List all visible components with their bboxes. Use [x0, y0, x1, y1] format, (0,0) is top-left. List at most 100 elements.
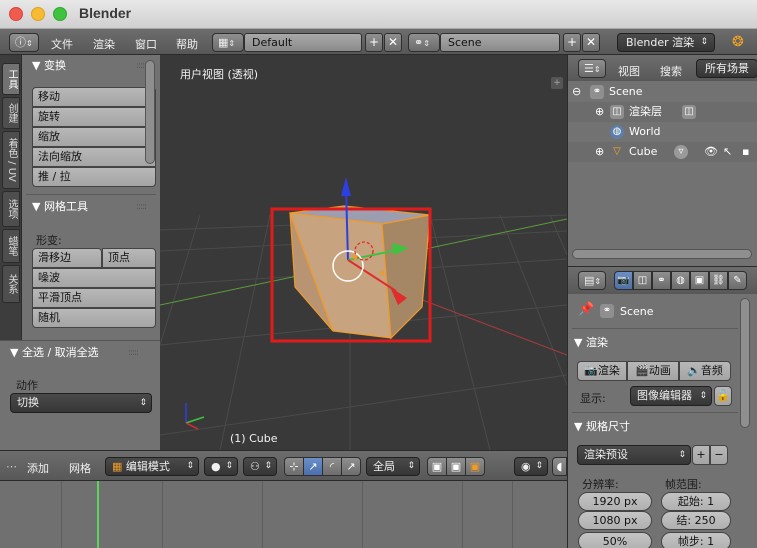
menu-file[interactable]: 文件: [51, 36, 73, 52]
push-pull-button[interactable]: 推 / 拉: [32, 167, 156, 187]
smooth-vertex-button[interactable]: 平滑顶点: [32, 288, 156, 308]
rotate-button[interactable]: 旋转: [32, 107, 156, 127]
object-context-tab[interactable]: ▣: [690, 271, 709, 290]
resolution-y-field[interactable]: 1080 px: [578, 511, 652, 530]
tab-grease-pencil[interactable]: 蜡笔: [2, 229, 20, 263]
z-arrow-icon[interactable]: [341, 177, 351, 196]
edge-select-mode-button[interactable]: ▣: [446, 457, 466, 476]
render-panel-header[interactable]: ▼ 渲染: [574, 334, 608, 350]
add-scene-button[interactable]: +: [563, 33, 581, 52]
viewport-expand-icon[interactable]: +: [551, 77, 563, 89]
tool-shelf-scrollbar[interactable]: [145, 60, 155, 164]
randomize-button[interactable]: 随机: [32, 308, 156, 328]
action-select[interactable]: 切换 ⇕: [10, 393, 152, 413]
rotate-manipulator-button[interactable]: ◜: [322, 457, 342, 476]
render-still-button[interactable]: 📷渲染: [577, 361, 627, 381]
manipulator-toggle-button[interactable]: ⊹: [284, 457, 304, 476]
render-context-tab[interactable]: 📷: [614, 271, 633, 290]
transform-orientation-select[interactable]: 全局 ⇕: [366, 457, 420, 476]
pivot-point-select[interactable]: ⚇ ⇕: [243, 457, 277, 476]
outliner-menu-view[interactable]: 视图: [618, 63, 640, 79]
render-engine-select[interactable]: Blender 渲染 ⇕: [617, 33, 715, 52]
collapse-icon[interactable]: ⊖: [572, 82, 581, 102]
outliner-editor-type-button[interactable]: ☰⇕: [578, 59, 606, 78]
interaction-mode-select[interactable]: ▦ 编辑模式 ⇕: [105, 457, 199, 476]
editor-type-button[interactable]: ⓘ⇕: [9, 33, 39, 52]
resolution-x-field[interactable]: 1920 px: [578, 492, 652, 511]
expand-icon[interactable]: ⊕: [595, 142, 604, 162]
menu-mesh[interactable]: 网格: [69, 460, 91, 476]
outliner-row-scene[interactable]: ⊖ ⚭ Scene: [568, 82, 757, 102]
expand-icon[interactable]: ⊕: [595, 102, 604, 122]
scale-manipulator-button[interactable]: ↗: [341, 457, 361, 476]
shading-mode-select[interactable]: ● ⇕: [204, 457, 238, 476]
render-audio-button[interactable]: 🔈音频: [679, 361, 731, 381]
proportional-edit-select[interactable]: ◉ ⇕: [514, 457, 548, 476]
timeline-editor[interactable]: [0, 480, 567, 548]
move-button[interactable]: 移动: [32, 87, 156, 107]
render-animation-button[interactable]: 🎬动画: [627, 361, 679, 381]
render-layers-context-tab[interactable]: ◫: [633, 271, 652, 290]
outliner-display-mode-select[interactable]: 所有场景: [696, 59, 757, 78]
properties-scrollbar[interactable]: [740, 298, 750, 428]
viewport-scene[interactable]: [160, 55, 567, 450]
add-preset-button[interactable]: +: [692, 445, 710, 465]
tab-shading-uv[interactable]: 着色 / UV: [2, 131, 20, 189]
face-select-mode-button[interactable]: ▣: [465, 457, 485, 476]
display-mode-select[interactable]: 图像编辑器 ⇕: [630, 386, 712, 406]
delete-screen-button[interactable]: ✕: [384, 33, 402, 52]
drag-grip-icon[interactable]: :::::: [128, 342, 139, 364]
lock-interface-button[interactable]: 🔓: [714, 386, 732, 406]
tab-options[interactable]: 选项: [2, 191, 20, 227]
scale-button[interactable]: 缩放: [32, 127, 156, 147]
noise-button[interactable]: 噪波: [32, 268, 156, 288]
tab-relations[interactable]: 关系: [2, 265, 20, 303]
pin-icon[interactable]: 📌: [578, 302, 594, 317]
add-screen-button[interactable]: +: [365, 33, 383, 52]
render-camera-icon[interactable]: ▪: [742, 142, 749, 162]
constraints-context-tab[interactable]: ⛓: [709, 271, 728, 290]
eye-icon[interactable]: 👁: [704, 142, 718, 162]
tab-create[interactable]: 创建: [2, 97, 20, 129]
menu-help[interactable]: 帮助: [176, 36, 198, 52]
dimensions-panel-header[interactable]: ▼ 规格尺寸: [574, 418, 630, 434]
vertex-select-mode-button[interactable]: ▣: [427, 457, 447, 476]
render-preset-select[interactable]: 渲染预设 ⇕: [577, 445, 691, 465]
transform-panel-header[interactable]: ▼ 变换 :::::: [22, 55, 160, 77]
frame-start-field[interactable]: 起始: 1: [661, 492, 731, 511]
scene-browse-button[interactable]: ⚭⇕: [408, 33, 440, 52]
outliner-row-render-layers[interactable]: ⊕ ◫ 渲染层 ◫: [568, 102, 757, 122]
menu-render[interactable]: 渲染: [93, 36, 115, 52]
delete-scene-button[interactable]: ✕: [582, 33, 600, 52]
screen-layout-field[interactable]: Default: [244, 33, 362, 52]
drag-grip-icon[interactable]: :::::: [136, 196, 147, 218]
operator-panel-header[interactable]: ▼ 全选 / 取消全选 :::::: [0, 342, 160, 364]
modifiers-context-tab[interactable]: ✎: [728, 271, 747, 290]
properties-editor-type-button[interactable]: ▤⇕: [578, 271, 606, 290]
minimize-window-button[interactable]: [31, 7, 45, 21]
remove-preset-button[interactable]: −: [710, 445, 728, 465]
close-window-button[interactable]: [9, 7, 23, 21]
frame-step-field[interactable]: 帧步: 1: [661, 532, 731, 548]
cursor-select-icon[interactable]: ↖: [723, 142, 732, 162]
scene-field[interactable]: Scene: [440, 33, 560, 52]
slide-vertex-button[interactable]: 顶点: [102, 248, 156, 268]
frame-end-field[interactable]: 结: 250: [661, 511, 731, 530]
3d-viewport[interactable]: 用户视图 (透视) + (1) Cube: [160, 55, 567, 450]
outliner-menu-search[interactable]: 搜索: [660, 63, 682, 79]
current-frame-cursor[interactable]: [97, 481, 99, 548]
tab-tools[interactable]: 工具: [2, 63, 20, 95]
shrink-fatten-button[interactable]: 法向缩放: [32, 147, 156, 167]
maximize-window-button[interactable]: [53, 7, 67, 21]
outliner-row-world[interactable]: ◍ World: [568, 122, 757, 142]
scene-context-tab[interactable]: ⚭: [652, 271, 671, 290]
world-context-tab[interactable]: ◍: [671, 271, 690, 290]
menu-add[interactable]: 添加: [27, 460, 49, 476]
outliner-row-cube[interactable]: ⊕ ▽ Cube ▿ 👁 ↖ ▪: [568, 142, 757, 162]
menu-window[interactable]: 窗口: [135, 36, 157, 52]
resolution-percentage-slider[interactable]: 50%: [578, 532, 652, 548]
translate-manipulator-button[interactable]: ↗: [303, 457, 323, 476]
outliner-scrollbar[interactable]: [572, 249, 752, 259]
slide-edge-button[interactable]: 滑移边: [32, 248, 102, 268]
more-menu-icon[interactable]: ⋯: [6, 460, 17, 473]
